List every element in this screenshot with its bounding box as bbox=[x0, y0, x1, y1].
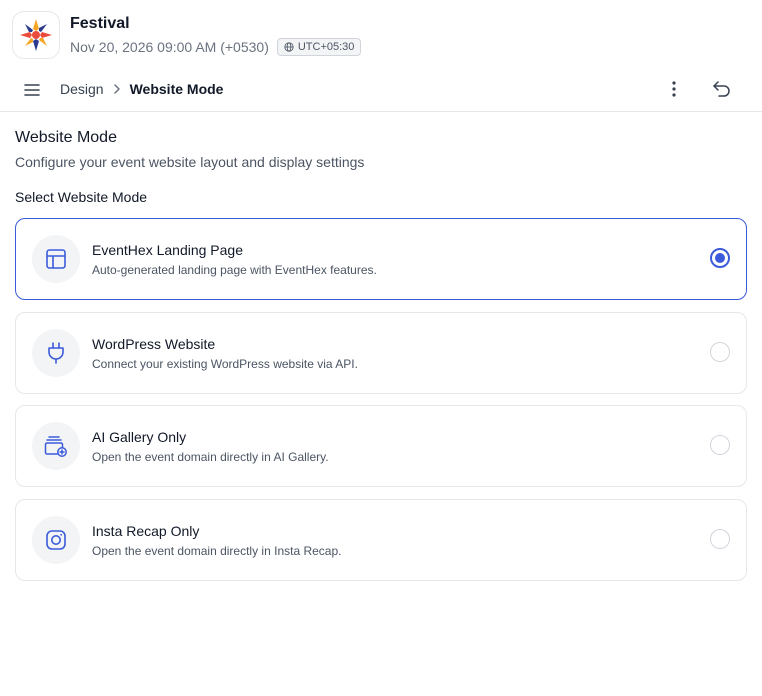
mode-description: Auto-generated landing page with EventHe… bbox=[92, 263, 377, 277]
breadcrumb: Design Website Mode bbox=[60, 79, 223, 99]
breadcrumb-design[interactable]: Design bbox=[60, 79, 104, 99]
timezone-badge: UTC+05:30 bbox=[276, 38, 362, 56]
mode-radio[interactable] bbox=[710, 529, 730, 549]
mode-description: Open the event domain directly in AI Gal… bbox=[92, 450, 329, 464]
mode-title: AI Gallery Only bbox=[92, 429, 187, 445]
chevron-right-icon bbox=[113, 83, 121, 95]
globe-icon bbox=[284, 42, 294, 52]
mode-radio[interactable] bbox=[710, 342, 730, 362]
undo-icon[interactable] bbox=[711, 78, 733, 100]
section-label: Select Website Mode bbox=[15, 189, 148, 205]
mode-option-ai-gallery[interactable]: AI Gallery Only Open the event domain di… bbox=[15, 405, 747, 487]
plug-icon bbox=[32, 329, 80, 377]
toolbar: Design Website Mode bbox=[0, 68, 762, 112]
event-header: Festival Nov 20, 2026 09:00 AM (+0530) U… bbox=[12, 11, 362, 59]
page-subtitle: Configure your event website layout and … bbox=[15, 154, 365, 170]
mode-description: Open the event domain directly in Insta … bbox=[92, 544, 342, 558]
gallery-add-icon bbox=[32, 422, 80, 470]
mode-title: Insta Recap Only bbox=[92, 523, 200, 539]
festival-logo-icon bbox=[12, 11, 60, 59]
event-title: Festival bbox=[70, 15, 130, 32]
timezone-label: UTC+05:30 bbox=[297, 41, 355, 53]
event-datetime: Nov 20, 2026 09:00 AM (+0530) bbox=[70, 39, 269, 55]
page-title: Website Mode bbox=[15, 129, 117, 146]
layout-icon bbox=[32, 235, 80, 283]
hamburger-menu-icon[interactable] bbox=[22, 80, 42, 100]
mode-title: EventHex Landing Page bbox=[92, 242, 243, 258]
mode-option-wordpress[interactable]: WordPress Website Connect your existing … bbox=[15, 312, 747, 394]
mode-option-eventhex-landing[interactable]: EventHex Landing Page Auto-generated lan… bbox=[15, 218, 747, 300]
mode-radio[interactable] bbox=[710, 248, 730, 268]
breadcrumb-current: Website Mode bbox=[129, 81, 224, 97]
mode-option-insta-recap[interactable]: Insta Recap Only Open the event domain d… bbox=[15, 499, 747, 581]
vertical-ellipsis-icon[interactable] bbox=[664, 78, 684, 100]
mode-radio[interactable] bbox=[710, 435, 730, 455]
mode-title: WordPress Website bbox=[92, 336, 216, 352]
instagram-icon bbox=[32, 516, 80, 564]
mode-description: Connect your existing WordPress website … bbox=[92, 357, 358, 371]
